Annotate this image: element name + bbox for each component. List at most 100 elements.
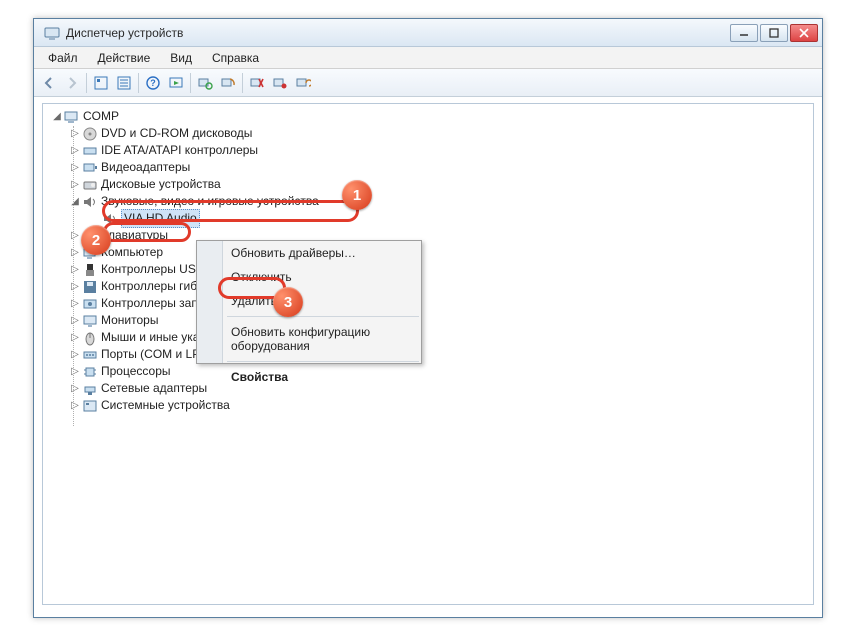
ctx-rescan[interactable]: Обновить конфигурацию оборудования: [197, 320, 421, 358]
expander-icon[interactable]: ▷: [69, 312, 81, 329]
tree-label: Системные устройства: [101, 397, 230, 414]
expander-icon[interactable]: ▷: [69, 329, 81, 346]
expander-icon[interactable]: ▷: [69, 278, 81, 295]
ctx-update-drivers[interactable]: Обновить драйверы…: [197, 241, 421, 265]
tree-item[interactable]: ▷ Сетевые адаптеры: [47, 380, 809, 397]
ctx-properties[interactable]: Свойства: [197, 365, 421, 389]
menu-action[interactable]: Действие: [88, 49, 161, 67]
help-button[interactable]: ?: [142, 72, 164, 94]
expander-icon[interactable]: ▷: [69, 380, 81, 397]
toolbar-separator: [86, 73, 87, 93]
expander-icon[interactable]: ▷: [69, 142, 81, 159]
toolbar-separator: [138, 73, 139, 93]
tree-label: DVD и CD-ROM дисководы: [101, 125, 252, 142]
usb-icon: [82, 262, 98, 278]
menu-file[interactable]: Файл: [38, 49, 88, 67]
mouse-icon: [82, 330, 98, 346]
toolbar-icon[interactable]: [194, 72, 216, 94]
menubar: Файл Действие Вид Справка: [34, 47, 822, 69]
tree-label: Видеоадаптеры: [101, 159, 190, 176]
speaker-icon: [102, 211, 118, 227]
titlebar: Диспетчер устройств: [34, 19, 822, 47]
device-manager-window: Диспетчер устройств Файл Действие Вид Сп…: [33, 18, 823, 618]
toolbar-icon[interactable]: [165, 72, 187, 94]
storage-controller-icon: [82, 296, 98, 312]
tree-label: Контроллеры USB: [101, 261, 204, 278]
expander-icon[interactable]: ▷: [69, 295, 81, 312]
tree-item[interactable]: ▷ Клавиатуры: [47, 227, 809, 244]
context-menu: Обновить драйверы… Отключить Удалить Обн…: [196, 240, 422, 364]
system-icon: [82, 398, 98, 414]
toolbar-icon[interactable]: [269, 72, 291, 94]
expander-icon[interactable]: ▷: [69, 176, 81, 193]
tree-item[interactable]: ▷Контроллеры запоминающих устройств: [47, 295, 809, 312]
device-tree[interactable]: ◢ COMP ▷ DVD и CD-ROM дисководы ▷IDE ATA/…: [43, 104, 813, 418]
tree-root[interactable]: ◢ COMP: [47, 108, 809, 125]
tree-item[interactable]: ▷ Контроллеры USB: [47, 261, 809, 278]
tree-item[interactable]: ▷ Дисковые устройства: [47, 176, 809, 193]
toolbar-icon[interactable]: [292, 72, 314, 94]
menu-view[interactable]: Вид: [160, 49, 202, 67]
tree-item[interactable]: ▷ Видеоадаптеры: [47, 159, 809, 176]
tree-item-via-audio[interactable]: VIA HD Audio: [47, 210, 809, 227]
tree-label-selected: VIA HD Audio: [121, 209, 200, 228]
expander-icon[interactable]: ▷: [69, 159, 81, 176]
expander-icon[interactable]: ▷: [69, 125, 81, 142]
tree-item[interactable]: ▷ Порты (COM и LPT): [47, 346, 809, 363]
expander-icon[interactable]: ◢: [69, 193, 81, 210]
tree-label: Порты (COM и LPT): [101, 346, 212, 363]
tree-label: Дисковые устройства: [101, 176, 221, 193]
tree-label: Клавиатуры: [101, 227, 168, 244]
tree-item[interactable]: ▷IDE ATA/ATAPI контроллеры: [47, 142, 809, 159]
context-menu-separator: [227, 316, 419, 317]
tree-label: Сетевые адаптеры: [101, 380, 207, 397]
ctx-disable[interactable]: Отключить: [197, 265, 421, 289]
computer-icon: [64, 109, 80, 125]
tree-label: COMP: [83, 108, 119, 125]
expander-icon[interactable]: ▷: [69, 363, 81, 380]
toolbar-separator: [190, 73, 191, 93]
expander-icon[interactable]: ▷: [69, 227, 81, 244]
expander-icon[interactable]: ▷: [69, 397, 81, 414]
toolbar-icon[interactable]: [90, 72, 112, 94]
back-button[interactable]: [38, 72, 60, 94]
tree-item[interactable]: ▷ Компьютер: [47, 244, 809, 261]
tree-item[interactable]: ▷ Системные устройства: [47, 397, 809, 414]
tree-item[interactable]: ▷ DVD и CD-ROM дисководы: [47, 125, 809, 142]
expander-icon[interactable]: ▷: [69, 261, 81, 278]
tree-item[interactable]: ▷Мониторы: [47, 312, 809, 329]
speaker-icon: [82, 194, 98, 210]
window-buttons: [730, 24, 818, 42]
expander-icon[interactable]: ▷: [69, 244, 81, 261]
toolbar-icon[interactable]: [246, 72, 268, 94]
tree-item[interactable]: ▷Контроллеры гибких дисков: [47, 278, 809, 295]
menu-help[interactable]: Справка: [202, 49, 269, 67]
svg-text:?: ?: [150, 78, 156, 88]
expander-placeholder: [89, 210, 101, 227]
tree-item[interactable]: ▷Мыши и иные указывающие устройства: [47, 329, 809, 346]
expander-icon[interactable]: ◢: [51, 108, 63, 125]
ctx-delete[interactable]: Удалить: [197, 289, 421, 313]
display-adapter-icon: [82, 160, 98, 176]
device-tree-panel: ◢ COMP ▷ DVD и CD-ROM дисководы ▷IDE ATA/…: [42, 103, 814, 605]
floppy-icon: [82, 279, 98, 295]
maximize-button[interactable]: [760, 24, 788, 42]
toolbar-icon[interactable]: [217, 72, 239, 94]
close-button[interactable]: [790, 24, 818, 42]
network-icon: [82, 381, 98, 397]
window-title: Диспетчер устройств: [66, 26, 730, 40]
app-icon: [44, 25, 60, 41]
tree-guideline: [73, 126, 74, 426]
cpu-icon: [82, 364, 98, 380]
port-icon: [82, 347, 98, 363]
forward-button[interactable]: [61, 72, 83, 94]
toolbar-icon[interactable]: [113, 72, 135, 94]
tree-label: Компьютер: [101, 244, 163, 261]
expander-icon[interactable]: ▷: [69, 346, 81, 363]
minimize-button[interactable]: [730, 24, 758, 42]
keyboard-icon: [82, 228, 98, 244]
disk-icon: [82, 177, 98, 193]
computer-icon: [82, 245, 98, 261]
tree-item[interactable]: ▷Процессоры: [47, 363, 809, 380]
tree-item-sound[interactable]: ◢Звуковые, видео и игровые устройства: [47, 193, 809, 210]
